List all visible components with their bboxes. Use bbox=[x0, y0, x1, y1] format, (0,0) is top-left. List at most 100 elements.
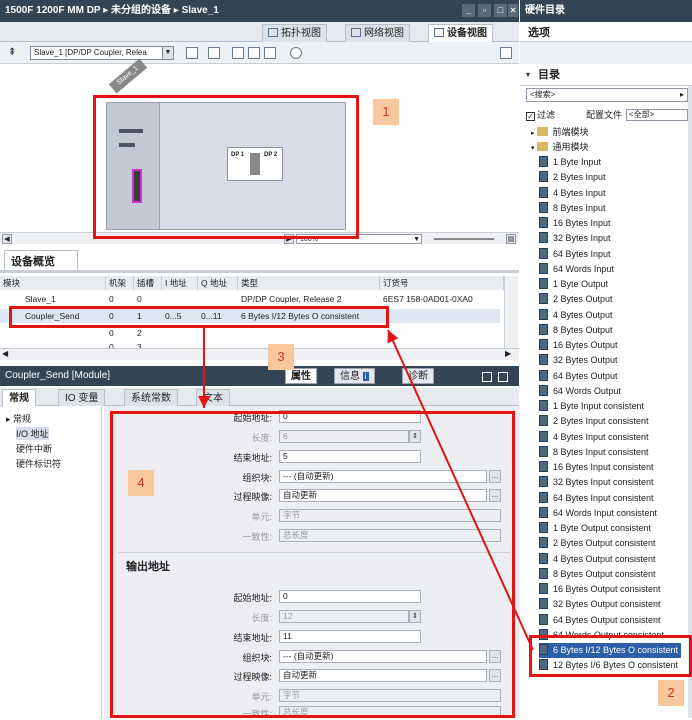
column-header[interactable]: Q 地址 bbox=[198, 276, 238, 290]
panel-toggle-icon[interactable] bbox=[500, 47, 512, 59]
catalog-item[interactable]: 4 Bytes Output consistent bbox=[539, 552, 656, 567]
catalog-scrollbar[interactable] bbox=[688, 86, 692, 718]
breadcrumb-project[interactable]: 1500F 1200F MM DP bbox=[5, 5, 100, 16]
catalog-item[interactable]: 64 Bytes Output consistent bbox=[539, 613, 661, 628]
table-cell[interactable] bbox=[22, 326, 25, 340]
table-cell[interactable] bbox=[238, 326, 241, 340]
table-cell[interactable] bbox=[162, 292, 165, 306]
close-icon[interactable]: × bbox=[508, 4, 518, 17]
subtab-general[interactable]: 常规 bbox=[2, 389, 36, 406]
tab-network-view[interactable]: 网络视图 bbox=[345, 24, 410, 42]
column-header[interactable]: I 地址 bbox=[162, 276, 198, 290]
catalog-item[interactable]: 8 Bytes Output consistent bbox=[539, 567, 656, 582]
nav-general[interactable]: ▸ 常规 bbox=[6, 412, 31, 425]
options-header[interactable]: 选项 bbox=[520, 22, 692, 42]
column-header[interactable]: 机架 bbox=[106, 276, 134, 290]
fit-icon[interactable]: ▤ bbox=[506, 234, 516, 244]
catalog-item[interactable]: 8 Bytes Input consistent bbox=[539, 445, 649, 460]
panel-restore-icon[interactable] bbox=[482, 372, 492, 382]
catalog-item[interactable]: 4 Bytes Input bbox=[539, 186, 606, 201]
catalog-item[interactable]: 64 Bytes Output bbox=[539, 369, 618, 384]
catalog-item[interactable]: 1 Byte Input consistent bbox=[539, 399, 644, 414]
tab-device-view[interactable]: 设备视图 bbox=[428, 24, 493, 42]
zoom-slider[interactable] bbox=[434, 238, 494, 240]
table-cell[interactable]: DP/DP Coupler, Release 2 bbox=[238, 292, 341, 306]
tab-device-overview[interactable]: 设备概览 bbox=[4, 250, 78, 272]
table-cell[interactable] bbox=[198, 292, 201, 306]
catalog-item[interactable]: 4 Bytes Output bbox=[539, 308, 613, 323]
table-cell[interactable]: 0 bbox=[106, 292, 114, 306]
subtab-system-constants[interactable]: 系统常数 bbox=[124, 389, 178, 406]
catalog-item[interactable]: 2 Bytes Input consistent bbox=[539, 414, 649, 429]
column-header[interactable]: 插槽 bbox=[134, 276, 162, 290]
scroll-left-icon[interactable]: ◀ bbox=[2, 349, 8, 358]
table-cell[interactable]: 6ES7 158-0AD01-0XA0 bbox=[380, 292, 473, 306]
catalog-item[interactable]: 32 Bytes Output consistent bbox=[539, 597, 661, 612]
table-cell[interactable] bbox=[162, 326, 165, 340]
catalog-item[interactable]: 2 Bytes Output bbox=[539, 292, 613, 307]
catalog-item[interactable]: 4 Bytes Input consistent bbox=[539, 430, 649, 445]
folder-universal-modules[interactable]: ▾ 通用模块 bbox=[531, 140, 589, 155]
catalog-item[interactable]: 16 Bytes Input bbox=[539, 216, 611, 231]
column-header[interactable]: 模块 bbox=[0, 276, 106, 290]
zoom-icon[interactable] bbox=[290, 47, 302, 59]
catalog-item[interactable]: 2 Bytes Input bbox=[539, 170, 606, 185]
catalog-section-header[interactable]: ▾ 目录 bbox=[520, 64, 692, 86]
breadcrumb-group[interactable]: 未分组的设备 bbox=[111, 5, 171, 16]
properties-icon[interactable] bbox=[208, 47, 220, 59]
nav-io-addresses[interactable]: I/O 地址 bbox=[16, 427, 49, 440]
catalog-item[interactable]: 2 Bytes Output consistent bbox=[539, 536, 656, 551]
tab-diagnostics[interactable]: 诊断 bbox=[402, 368, 434, 384]
table-vscroll[interactable] bbox=[504, 276, 518, 348]
tab-topology-view[interactable]: 拓扑视图 bbox=[262, 24, 327, 42]
minimize-icon[interactable]: _ bbox=[462, 4, 475, 17]
catalog-item[interactable]: 32 Bytes Output bbox=[539, 353, 618, 368]
catalog-item[interactable]: 16 Bytes Output bbox=[539, 338, 618, 353]
catalog-search-input[interactable]: <搜索> bbox=[526, 88, 688, 102]
restore-icon[interactable]: ▫ bbox=[478, 4, 491, 17]
nav-hardware-interrupts[interactable]: 硬件中断 bbox=[16, 442, 52, 455]
column-header[interactable]: 类型 bbox=[238, 276, 380, 290]
table-cell[interactable]: 0 bbox=[106, 326, 114, 340]
pin-icon[interactable]: ⇞ bbox=[8, 47, 20, 59]
catalog-item[interactable]: 64 Words Input bbox=[539, 262, 614, 277]
catalog-item[interactable]: 1 Byte Input bbox=[539, 155, 601, 170]
search-icon[interactable]: ▸ bbox=[680, 90, 684, 99]
catalog-item[interactable]: 64 Bytes Input bbox=[539, 247, 611, 262]
catalog-item[interactable]: 1 Byte Output consistent bbox=[539, 521, 651, 536]
scroll-right-icon[interactable]: ▶ bbox=[505, 349, 511, 358]
tab-properties[interactable]: 属性 bbox=[285, 368, 317, 384]
catalog-item[interactable]: 32 Bytes Input consistent bbox=[539, 475, 654, 490]
panel-maximize-icon[interactable] bbox=[498, 372, 508, 382]
device-select[interactable]: Slave_1 [DP/DP Coupler, Relea ▼ bbox=[30, 46, 174, 60]
folder-front-modules[interactable]: ▸ 前端模块 bbox=[531, 125, 589, 140]
table-cell[interactable]: 0 bbox=[134, 292, 142, 306]
table-cell[interactable] bbox=[380, 326, 383, 340]
breadcrumb-device[interactable]: Slave_1 bbox=[182, 5, 219, 16]
catalog-item[interactable]: 8 Bytes Input bbox=[539, 201, 606, 216]
nav-hardware-identifier[interactable]: 硬件标识符 bbox=[16, 457, 61, 470]
table-cell[interactable] bbox=[198, 326, 201, 340]
scroll-left-icon[interactable]: ◀ bbox=[2, 234, 12, 244]
maximize-icon[interactable]: □ bbox=[494, 4, 507, 17]
catalog-item[interactable]: 64 Words Input consistent bbox=[539, 506, 657, 521]
filter-checkbox[interactable]: ✓ bbox=[526, 112, 535, 121]
catalog-item[interactable]: 16 Bytes Output consistent bbox=[539, 582, 661, 597]
subtab-texts[interactable]: 文本 bbox=[196, 389, 230, 406]
subtab-io-tags[interactable]: IO 变量 bbox=[58, 389, 106, 406]
catalog-item[interactable]: 64 Words Output bbox=[539, 384, 621, 399]
table-cell[interactable]: 2 bbox=[134, 326, 142, 340]
catalog-item[interactable]: 8 Bytes Output bbox=[539, 323, 613, 338]
module-icon[interactable] bbox=[186, 47, 198, 59]
table-cell[interactable]: Slave_1 bbox=[22, 292, 56, 306]
catalog-item[interactable]: 32 Bytes Input bbox=[539, 231, 611, 246]
table-hscroll[interactable]: ◀ ▶ bbox=[0, 348, 519, 360]
column-header[interactable]: 订货号 bbox=[380, 276, 504, 290]
layout-icon[interactable] bbox=[232, 47, 244, 59]
grid-icon[interactable] bbox=[264, 47, 276, 59]
profile-select[interactable]: <全部> bbox=[626, 109, 688, 121]
catalog-item[interactable]: 1 Byte Output bbox=[539, 277, 608, 292]
tab-info[interactable]: 信息 i bbox=[334, 368, 375, 384]
table-icon[interactable] bbox=[248, 47, 260, 59]
catalog-item[interactable]: 64 Bytes Input consistent bbox=[539, 491, 654, 506]
